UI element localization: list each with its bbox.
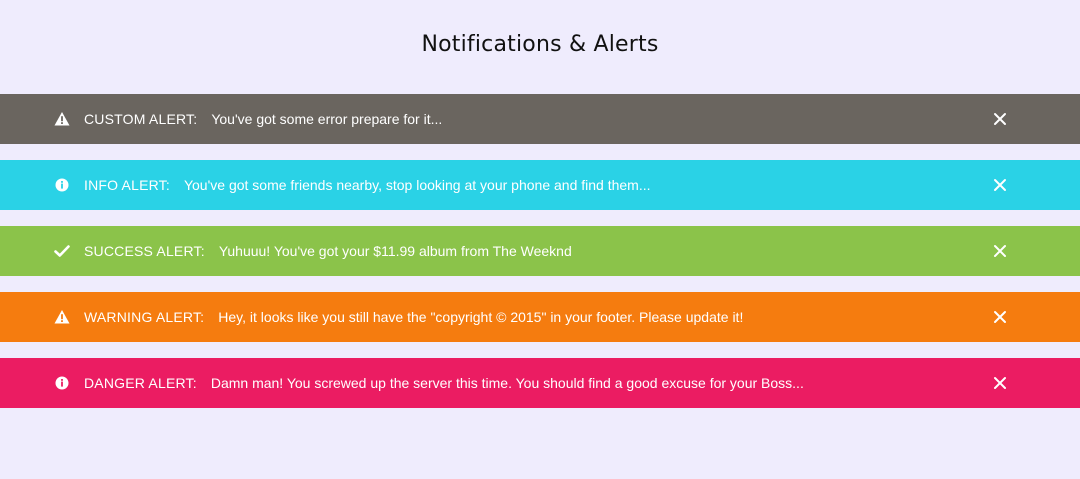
alert-message: You've got some error prepare for it... [211, 111, 443, 127]
close-icon[interactable] [993, 112, 1007, 126]
close-icon[interactable] [993, 178, 1007, 192]
alert-message: Yuhuuu! You've got your $11.99 album fro… [218, 243, 572, 259]
alert-message: Hey, it looks like you still have the "c… [218, 309, 744, 325]
alert-message: Damn man! You screwed up the server this… [210, 375, 804, 391]
alert-label: DANGER ALERT: [84, 375, 197, 391]
close-icon[interactable] [993, 244, 1007, 258]
alert-info: INFO ALERT: You've got some friends near… [0, 160, 1080, 210]
alert-label: CUSTOM ALERT: [84, 111, 198, 127]
page-title: Notifications & Alerts [421, 32, 659, 57]
info-icon [54, 375, 70, 391]
alert-label: INFO ALERT: [84, 177, 170, 193]
warning-icon [54, 309, 70, 325]
alert-message: You've got some friends nearby, stop loo… [183, 177, 651, 193]
alert-danger: DANGER ALERT: Damn man! You screwed up t… [0, 358, 1080, 408]
close-icon[interactable] [993, 376, 1007, 390]
warning-icon [54, 111, 70, 127]
check-icon [54, 243, 70, 259]
alert-success: SUCCESS ALERT: Yuhuuu! You've got your $… [0, 226, 1080, 276]
alert-label: SUCCESS ALERT: [84, 243, 205, 259]
info-icon [54, 177, 70, 193]
alert-custom: CUSTOM ALERT: You've got some error prep… [0, 94, 1080, 144]
alert-label: WARNING ALERT: [84, 309, 205, 325]
close-icon[interactable] [993, 310, 1007, 324]
alert-warning: WARNING ALERT: Hey, it looks like you st… [0, 292, 1080, 342]
